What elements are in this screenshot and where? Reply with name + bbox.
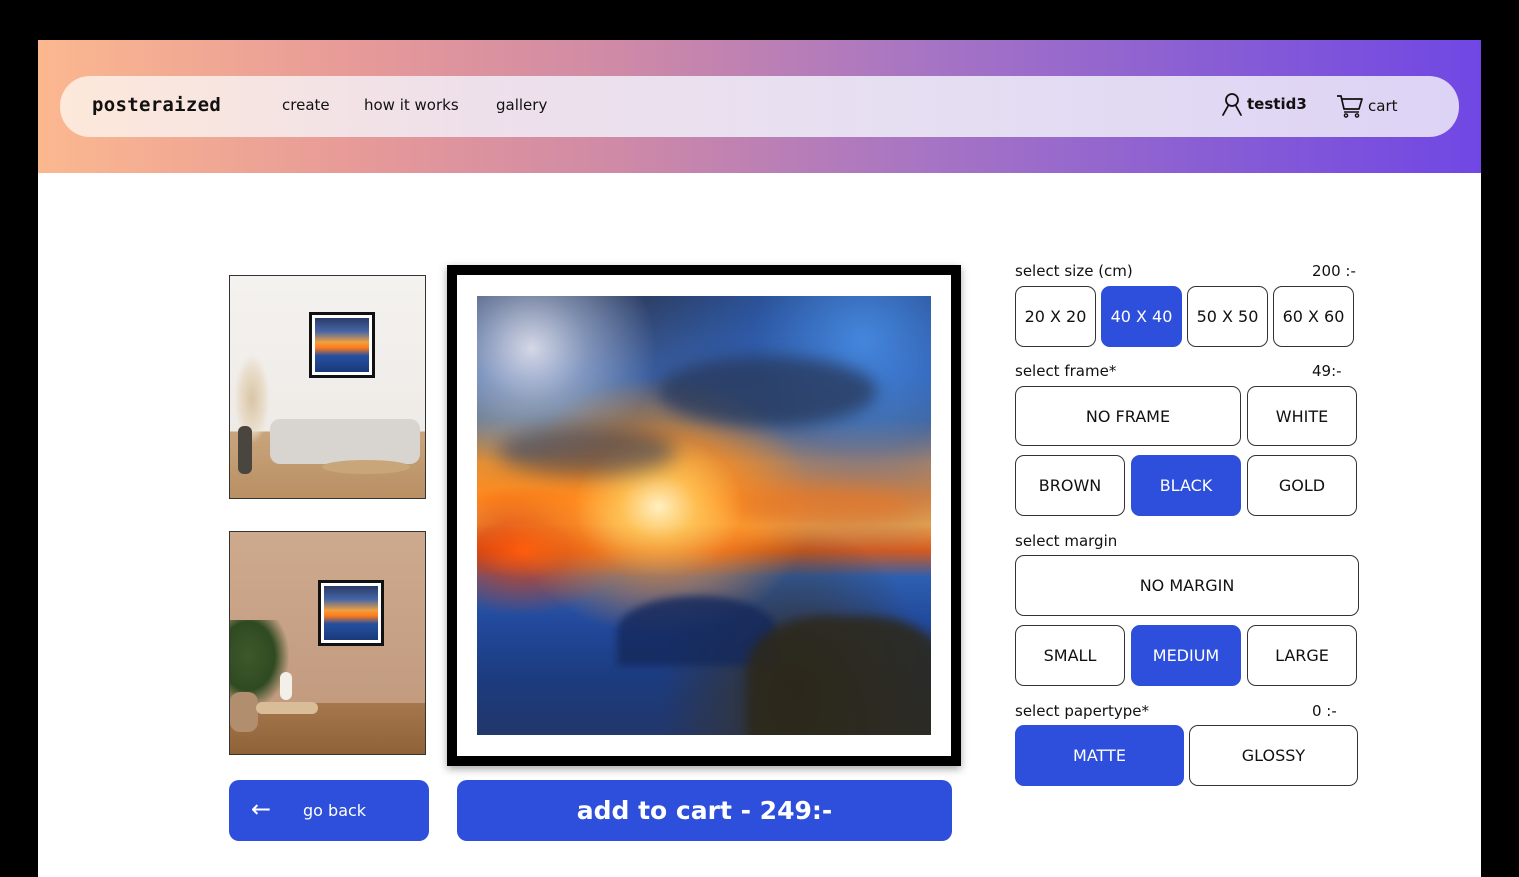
go-back-button[interactable]: ← go back: [229, 780, 429, 841]
mini-poster-art: [315, 318, 369, 372]
nav-create-link[interactable]: create: [282, 96, 330, 114]
size-50x50-option[interactable]: 50 X 50: [1187, 286, 1268, 347]
frame-none-option[interactable]: NO FRAME: [1015, 386, 1241, 446]
frame-price: 49:-: [1312, 362, 1342, 380]
margin-none-option[interactable]: NO MARGIN: [1015, 555, 1359, 616]
frame-white-option[interactable]: WHITE: [1247, 386, 1357, 446]
username: testid3: [1247, 95, 1307, 113]
papertype-price: 0 :-: [1312, 702, 1337, 720]
page: posteraized create how it works gallery …: [38, 40, 1481, 877]
arrow-left-icon: ←: [251, 795, 272, 823]
add-to-cart-button[interactable]: add to cart - 249:-: [457, 780, 952, 841]
user-icon: [1222, 93, 1242, 116]
vase-decor: [280, 672, 292, 700]
size-price: 200 :-: [1312, 262, 1356, 280]
papertype-label: select papertype*: [1015, 702, 1149, 720]
chair-decor: [230, 692, 258, 732]
beige-room-preview-thumbnail[interactable]: [229, 531, 426, 755]
cart-icon: [1337, 95, 1363, 118]
frame-gold-option[interactable]: GOLD: [1247, 455, 1357, 516]
cart-label: cart: [1368, 97, 1398, 115]
size-20x20-option[interactable]: 20 X 20: [1015, 286, 1096, 347]
mini-poster-art: [324, 586, 378, 640]
size-label: select size (cm): [1015, 262, 1133, 280]
mini-poster-frame: [318, 580, 384, 646]
margin-small-option[interactable]: SMALL: [1015, 625, 1125, 686]
size-40x40-option[interactable]: 40 X 40: [1101, 286, 1182, 347]
poster-preview-frame: [447, 265, 961, 766]
cloud-shape: [737, 486, 917, 526]
margin-medium-option[interactable]: MEDIUM: [1131, 625, 1241, 686]
frame-black-option[interactable]: BLACK: [1131, 455, 1241, 516]
poster-artwork: [477, 296, 931, 735]
margin-label: select margin: [1015, 532, 1118, 550]
nav-gallery-link[interactable]: gallery: [496, 96, 547, 114]
cart-link[interactable]: cart: [1336, 94, 1398, 118]
paper-matte-option[interactable]: MATTE: [1015, 725, 1184, 786]
frame-label: select frame*: [1015, 362, 1117, 380]
sofa-decor: [270, 419, 420, 464]
coffee-table-decor: [322, 460, 410, 474]
living-room-preview-thumbnail[interactable]: [229, 275, 426, 499]
logo[interactable]: posteraized: [92, 94, 221, 116]
mountain-shape: [747, 616, 931, 735]
paper-glossy-option[interactable]: GLOSSY: [1189, 725, 1358, 786]
size-60x60-option[interactable]: 60 X 60: [1273, 286, 1354, 347]
navbar: posteraized create how it works gallery …: [60, 76, 1459, 137]
margin-large-option[interactable]: LARGE: [1247, 625, 1357, 686]
poster-margin: [457, 275, 951, 756]
vase-decor: [238, 426, 252, 474]
side-table-decor: [256, 702, 318, 714]
go-back-label: go back: [303, 801, 367, 820]
frame-brown-option[interactable]: BROWN: [1015, 455, 1125, 516]
nav-how-it-works-link[interactable]: how it works: [364, 96, 459, 114]
user-account-link[interactable]: testid3: [1221, 92, 1307, 116]
header-banner: posteraized create how it works gallery …: [38, 40, 1481, 173]
cloud-shape: [497, 426, 677, 476]
mini-poster-frame: [309, 312, 375, 378]
cloud-shape: [657, 356, 877, 426]
